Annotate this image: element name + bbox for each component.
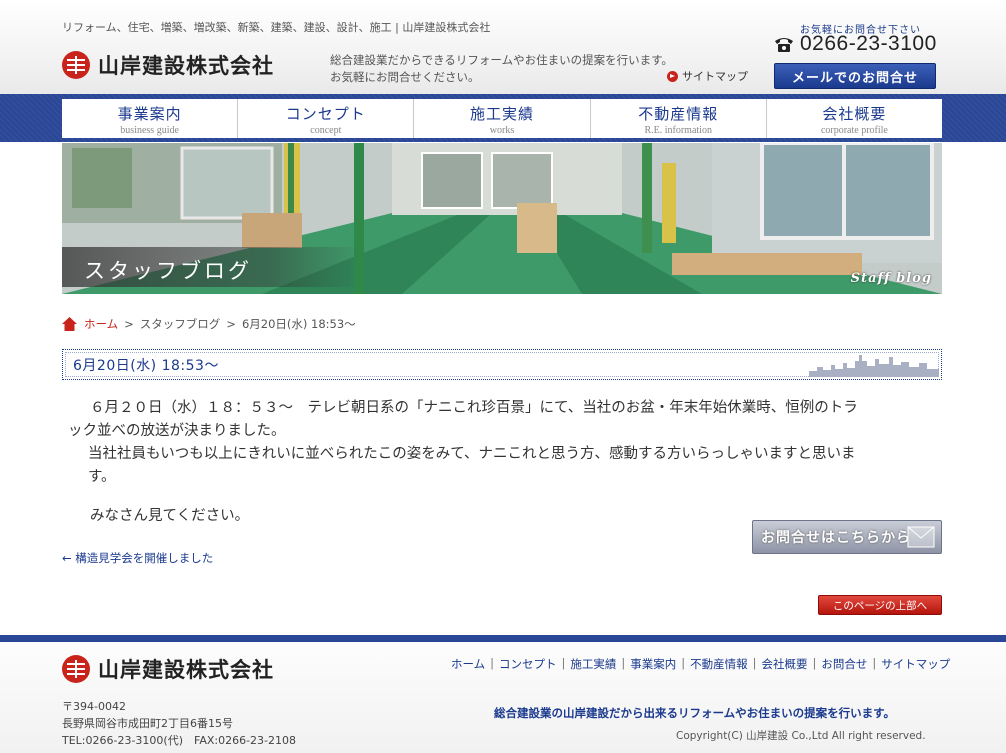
header-intro: 総合建設業だからできるリフォームやお住まいの提案を行います。 お気軽にお問合せく… bbox=[330, 52, 673, 86]
site-footer: 山岸建設株式会社 ホーム | コンセプト | 施工実績 | 事業案内 | 不動産… bbox=[0, 642, 1006, 753]
home-icon bbox=[62, 317, 77, 331]
nav-item-label: コンセプト bbox=[285, 105, 366, 123]
hero-banner: スタッフブログ Staff blog bbox=[62, 143, 942, 294]
footer-link-sitemap[interactable]: サイトマップ bbox=[881, 656, 950, 672]
nav-item-sublabel: corporate profile bbox=[820, 125, 888, 136]
footer-link-separator: | bbox=[490, 656, 495, 670]
header-intro-line2: お気軽にお問合せください。 bbox=[330, 70, 480, 84]
sitemap-link-label: サイトマップ bbox=[682, 70, 748, 83]
footer-link-business[interactable]: 事業案内 bbox=[630, 656, 676, 672]
footer-postal-code: 〒394-0042 bbox=[62, 700, 126, 713]
nav-item-real-estate[interactable]: 不動産情報 R.E. information bbox=[591, 99, 767, 138]
nav-item-concept[interactable]: コンセプト concept bbox=[238, 99, 415, 138]
post-title-box: 6月20日(水) 18:53～ bbox=[62, 349, 942, 380]
breadcrumb-home-link[interactable]: ホーム bbox=[84, 316, 118, 332]
nav-item-works[interactable]: 施工実績 works bbox=[414, 99, 591, 138]
page-top-button[interactable]: このページの上部へ bbox=[818, 595, 942, 615]
header-intro-line1: 総合建設業だからできるリフォームやお住まいの提案を行います。 bbox=[330, 53, 673, 67]
footer-divider bbox=[0, 635, 1006, 642]
previous-post-link[interactable]: ← 構造見学会を開催しました bbox=[62, 550, 213, 566]
post-title: 6月20日(水) 18:53～ bbox=[73, 358, 219, 374]
breadcrumb-separator: > bbox=[226, 317, 236, 331]
footer-link-separator: | bbox=[621, 656, 626, 670]
global-nav: 事業案内 business guide コンセプト concept 施工実績 w… bbox=[62, 99, 942, 138]
footer-tel-fax: TEL:0266-23-3100(代) FAX:0266-23-2108 bbox=[62, 734, 297, 747]
breadcrumb-section-link[interactable]: スタッフブログ bbox=[140, 316, 221, 332]
nav-item-label: 施工実績 bbox=[470, 105, 535, 123]
nav-item-sublabel: concept bbox=[310, 125, 342, 136]
footer-slogan: 総合建設業の山岸建設だから出来るリフォームやお住まいの提案を行います。 bbox=[494, 706, 896, 720]
company-logo-mark-icon bbox=[62, 51, 90, 79]
footer-company-logo-text: 山岸建設株式会社 bbox=[98, 657, 274, 682]
copyright: Copyright(C) 山岸建設 Co.,Ltd All right rese… bbox=[676, 730, 926, 742]
phone-contact: 0266-23-3100 bbox=[773, 32, 937, 56]
footer-link-separator: | bbox=[681, 656, 686, 670]
footer-link-works[interactable]: 施工実績 bbox=[570, 656, 616, 672]
footer-street-address: 長野県岡谷市成田町2丁目6番15号 bbox=[62, 717, 233, 730]
phone-number: 0266-23-3100 bbox=[800, 32, 937, 55]
company-logo-mark-icon bbox=[62, 655, 90, 683]
nav-item-label: 会社概要 bbox=[822, 105, 887, 123]
mail-inquiry-button[interactable]: メールでのお問合せ bbox=[774, 63, 936, 89]
inquiry-button-label: お問合せはこちらから bbox=[761, 530, 911, 546]
post-paragraph-1-line-2: ック並べの放送が決まりました。 bbox=[68, 423, 286, 439]
nav-item-sublabel: R.E. information bbox=[644, 125, 712, 136]
footer-link-concept[interactable]: コンセプト bbox=[499, 656, 557, 672]
footer-link-separator: | bbox=[752, 656, 757, 670]
post-paragraph-1-line-1: ６月２０日（水）１８：５３～ テレビ朝日系の「ナニこれ珍百景」にて、当社のお盆・… bbox=[90, 400, 858, 416]
nav-item-label: 不動産情報 bbox=[638, 105, 719, 123]
breadcrumb-current: 6月20日(水) 18:53～ bbox=[241, 317, 356, 331]
footer-link-separator: | bbox=[812, 656, 817, 670]
breadcrumb: ホーム > スタッフブログ > 6月20日(水) 18:53～ bbox=[62, 316, 356, 332]
nav-item-sublabel: business guide bbox=[120, 125, 179, 136]
sitemap-link[interactable]: サイトマップ bbox=[667, 68, 748, 84]
site-tagline: リフォーム、住宅、増築、増改築、新築、建築、建設、設計、施工 | 山岸建設株式会… bbox=[62, 21, 491, 34]
nav-item-sublabel: works bbox=[489, 125, 515, 136]
footer-link-profile[interactable]: 会社概要 bbox=[762, 656, 808, 672]
hero-subtitle: Staff blog bbox=[850, 271, 932, 286]
nav-item-label: 事業案内 bbox=[117, 105, 182, 123]
envelope-icon bbox=[907, 526, 935, 548]
footer-link-inquiry[interactable]: お問合せ bbox=[821, 656, 867, 672]
footer-nav: ホーム | コンセプト | 施工実績 | 事業案内 | 不動産情報 | 会社概要… bbox=[451, 656, 950, 672]
company-logo[interactable]: 山岸建設株式会社 bbox=[62, 50, 274, 80]
footer-link-home[interactable]: ホーム bbox=[451, 656, 485, 672]
post-paragraph-2-line-1: 当社社員もいつも以上にきれいに並べられたこの姿をみて、ナニこれと思う方、感動する… bbox=[88, 446, 856, 462]
arrow-right-icon bbox=[667, 70, 678, 82]
footer-link-separator: | bbox=[561, 656, 566, 670]
footer-company-logo[interactable]: 山岸建設株式会社 bbox=[62, 654, 274, 684]
footer-link-real-estate[interactable]: 不動産情報 bbox=[690, 656, 748, 672]
post-body: ６月２０日（水）１８：５３～ テレビ朝日系の「ナニこれ珍百景」にて、当社のお盆・… bbox=[68, 397, 942, 528]
nav-item-business[interactable]: 事業案内 business guide bbox=[62, 99, 239, 138]
post-paragraph-2-line-2: す。 bbox=[88, 469, 116, 485]
breadcrumb-separator: > bbox=[124, 317, 134, 331]
nav-item-profile[interactable]: 会社概要 corporate profile bbox=[767, 99, 942, 138]
hero-title: スタッフブログ bbox=[62, 247, 362, 287]
company-logo-text: 山岸建設株式会社 bbox=[98, 53, 274, 78]
site-header: リフォーム、住宅、増築、増改築、新築、建築、建設、設計、施工 | 山岸建設株式会… bbox=[0, 0, 1006, 94]
footer-link-separator: | bbox=[872, 656, 877, 670]
telephone-icon bbox=[775, 38, 793, 52]
skyline-decoration-icon bbox=[809, 355, 939, 377]
inquiry-button[interactable]: お問合せはこちらから bbox=[752, 520, 942, 554]
footer-address: 〒394-0042 長野県岡谷市成田町2丁目6番15号 TEL:0266-23-… bbox=[62, 698, 296, 749]
